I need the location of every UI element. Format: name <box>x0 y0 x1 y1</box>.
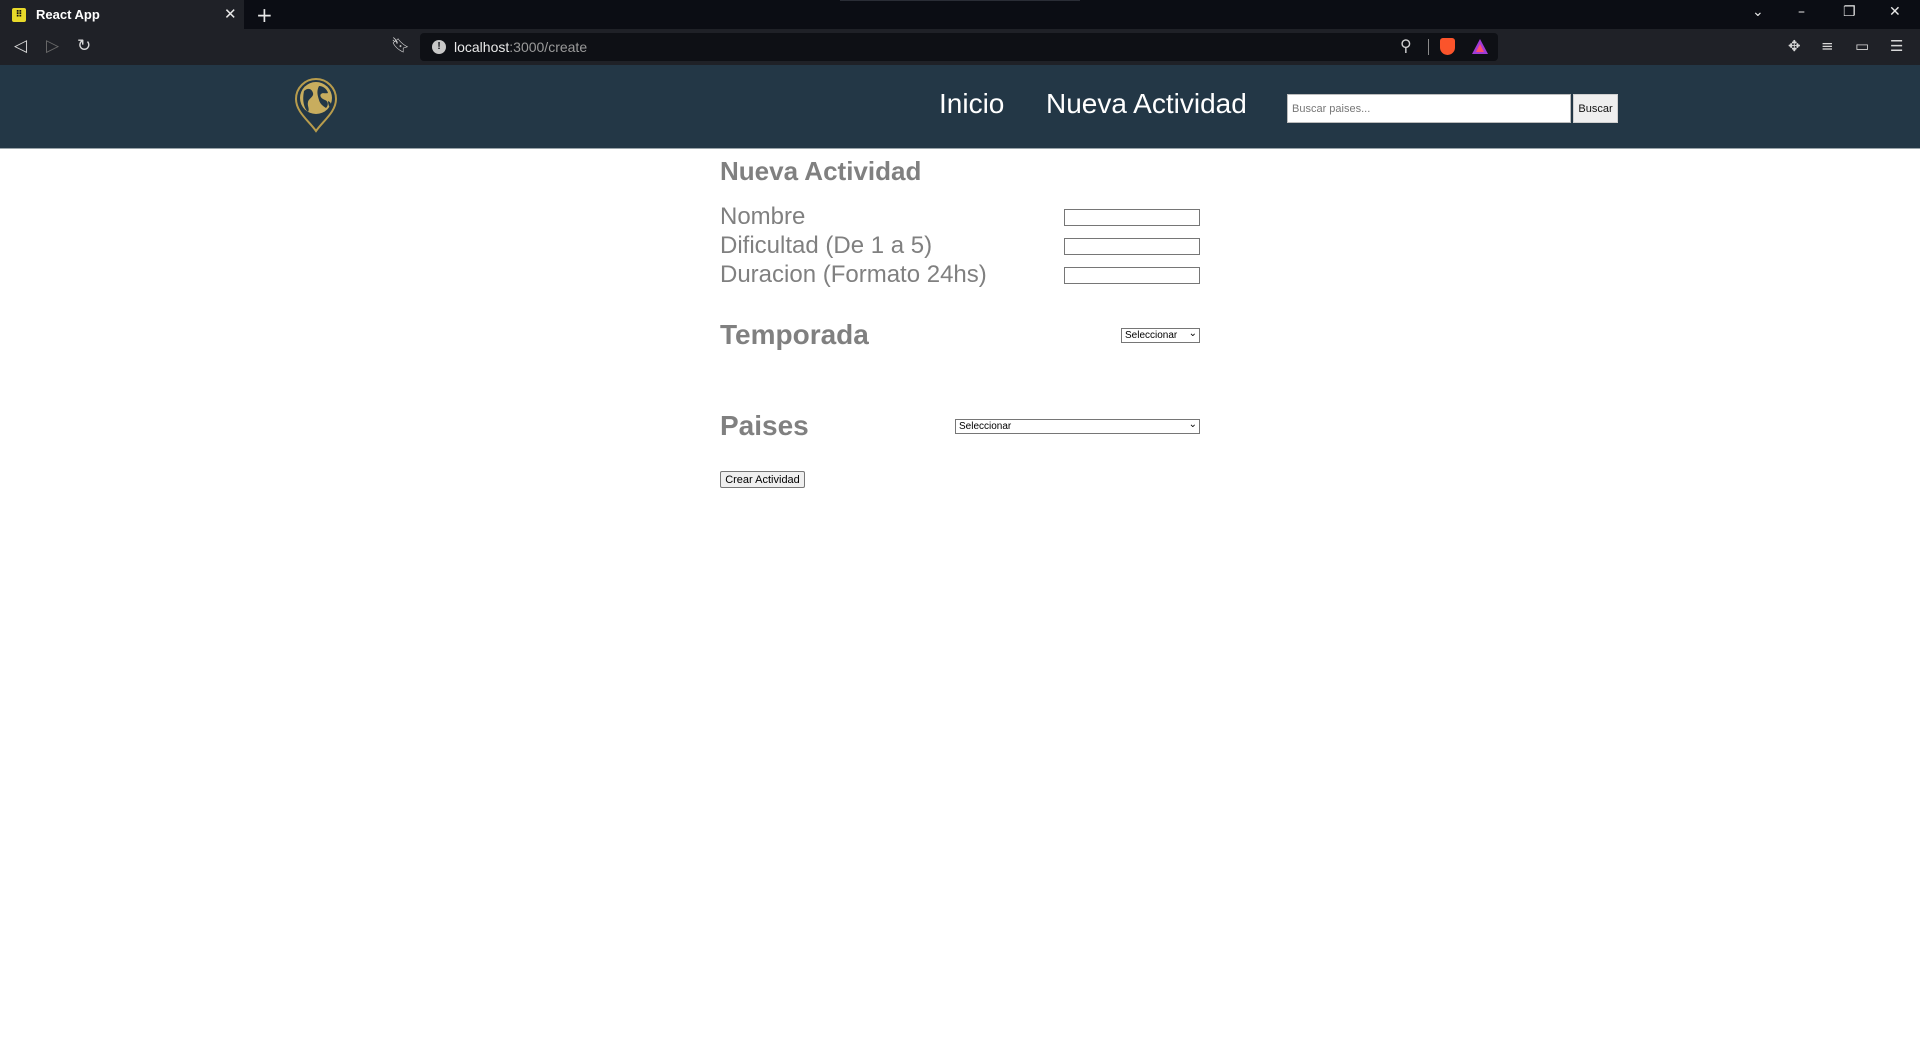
bookmark-icon[interactable]: 🔖︎ <box>391 36 410 54</box>
nav-inicio[interactable]: Inicio <box>939 88 1004 120</box>
brave-shields-icon[interactable] <box>1440 38 1455 55</box>
duracion-input[interactable] <box>1064 267 1200 284</box>
search-button[interactable]: Buscar <box>1573 94 1618 123</box>
back-icon[interactable]: ◁ <box>14 36 27 56</box>
paises-select[interactable]: Seleccionar ⌄ <box>955 419 1200 434</box>
dificultad-label: Dificultad (De 1 a 5) <box>720 232 933 259</box>
forward-icon[interactable]: ▷ <box>46 36 59 56</box>
nombre-label: Nombre <box>720 203 806 230</box>
temporada-select[interactable]: Seleccionar ⌄ <box>1121 328 1200 343</box>
tab-search-chevron-icon[interactable]: ⌄ <box>1752 4 1764 20</box>
paises-select-value: Seleccionar <box>959 421 1012 432</box>
chevron-down-icon: ⌄ <box>1188 419 1197 430</box>
extensions-icon[interactable]: ✥ <box>1788 37 1801 55</box>
brave-rewards-icon[interactable] <box>1472 39 1488 54</box>
duracion-label: Duracion (Formato 24hs) <box>720 261 987 288</box>
tab-close-icon[interactable]: ✕ <box>224 5 237 23</box>
url-host: localhost <box>454 39 510 55</box>
search-input[interactable] <box>1287 94 1571 123</box>
paises-label: Paises <box>720 410 809 441</box>
site-info-icon[interactable]: ! <box>432 40 446 54</box>
globe-pin-logo-icon[interactable] <box>292 77 340 133</box>
app-header: Inicio Nueva Actividad Buscar <box>0 65 1920 149</box>
browser-toolbar: ◁ ▷ ↻ 🔖︎ ! localhost:3000/create ⚲ ✥ ≡ ▭… <box>0 29 1920 65</box>
new-tab-icon[interactable]: + <box>256 3 273 27</box>
minimize-icon[interactable]: – <box>1798 4 1805 20</box>
crear-actividad-button[interactable]: Crear Actividad <box>720 471 805 488</box>
restore-icon[interactable]: ❐ <box>1843 4 1856 20</box>
url-path: :3000/create <box>509 39 588 55</box>
zoom-icon[interactable]: ⚲ <box>1400 36 1412 55</box>
url-text[interactable]: localhost:3000/create <box>454 39 587 55</box>
temporada-select-value: Seleccionar <box>1125 330 1178 341</box>
form-title: Nueva Actividad <box>720 156 922 186</box>
address-bar[interactable]: ! localhost:3000/create ⚲ <box>420 33 1498 61</box>
tab-hover-indicator <box>840 0 1080 1</box>
dificultad-input[interactable] <box>1064 238 1200 255</box>
react-app-favicon-icon: ⠿ <box>12 8 26 22</box>
temporada-label: Temporada <box>720 319 869 350</box>
reload-icon[interactable]: ↻ <box>77 36 91 56</box>
chevron-down-icon: ⌄ <box>1188 328 1197 339</box>
browser-tab-strip: ⠿ React App ✕ + ⌄ – ❐ ✕ <box>0 0 1920 29</box>
window-close-icon[interactable]: ✕ <box>1889 4 1901 20</box>
nav-nueva-actividad[interactable]: Nueva Actividad <box>1046 88 1247 120</box>
nombre-input[interactable] <box>1064 209 1200 226</box>
tab-title: React App <box>36 7 100 22</box>
playlist-icon[interactable]: ≡ <box>1821 37 1834 55</box>
menu-icon[interactable]: ☰ <box>1890 37 1903 55</box>
wallet-icon[interactable]: ▭ <box>1855 37 1869 55</box>
omnibox-divider <box>1428 39 1429 55</box>
browser-tab[interactable]: ⠿ React App ✕ <box>0 0 244 29</box>
